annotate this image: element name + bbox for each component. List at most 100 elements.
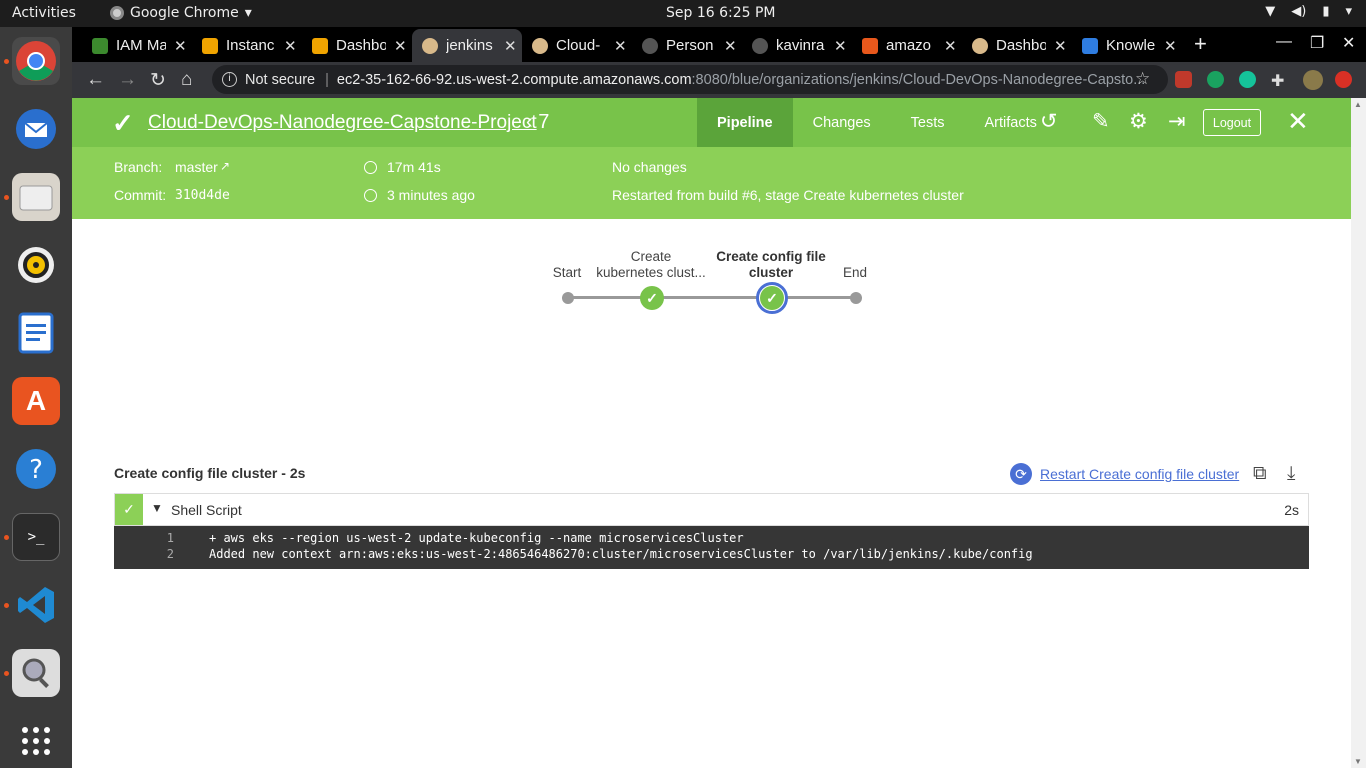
branch-value[interactable]: master bbox=[175, 159, 218, 175]
browser-tab[interactable]: Person ✕ bbox=[632, 29, 742, 62]
external-link-icon[interactable]: ↗ bbox=[220, 159, 230, 173]
close-icon[interactable]: ✕ bbox=[1287, 106, 1309, 137]
chrome-dock-icon[interactable] bbox=[12, 37, 60, 85]
run-tabs: Pipeline Changes Tests Artifacts bbox=[697, 98, 1057, 147]
minimize-icon[interactable]: — bbox=[1276, 33, 1292, 51]
tab-close-icon[interactable]: ✕ bbox=[834, 37, 847, 55]
stage-label-create-kubernetes[interactable]: Create kubernetes clust... bbox=[590, 249, 712, 281]
browser-tab[interactable]: Dashbo ✕ bbox=[302, 29, 412, 62]
puzzle-extensions-icon[interactable]: ✚ bbox=[1271, 71, 1288, 90]
tab-favicon-icon bbox=[752, 37, 768, 54]
app-menu[interactable]: Google Chrome ▾ bbox=[110, 5, 252, 21]
step-log: 1 + aws eks --region us-west-2 update-kub… bbox=[114, 526, 1309, 569]
home-icon[interactable]: ⌂ bbox=[181, 69, 192, 91]
screenshot-dock-icon[interactable] bbox=[12, 649, 60, 697]
show-apps-button[interactable] bbox=[12, 717, 60, 765]
log-line-number[interactable]: 1 bbox=[154, 531, 174, 545]
url-path: :8080/blue/organizations/jenkins/Cloud-D… bbox=[691, 71, 1146, 88]
stage-label-end: End bbox=[842, 265, 868, 280]
browser-tab-strip: IAM Ma ✕ Instanc ✕ Dashbo ✕ jenkins ✕ Cloud-… bbox=[72, 27, 1366, 62]
restart-stage-label[interactable]: Restart Create config file cluster bbox=[1040, 466, 1239, 482]
open-log-external-icon[interactable]: ⧉ bbox=[1253, 463, 1267, 485]
step-row[interactable]: ✓ ▼ Shell Script 2s bbox=[114, 493, 1309, 526]
writer-dock-icon[interactable] bbox=[12, 309, 60, 357]
browser-tab[interactable]: Knowle ✕ bbox=[1072, 29, 1182, 62]
page-scrollbar[interactable]: ▲ ▼ bbox=[1351, 98, 1366, 768]
tab-close-icon[interactable]: ✕ bbox=[614, 37, 627, 55]
branch-label: Branch: bbox=[114, 159, 163, 175]
tab-pipeline[interactable]: Pipeline bbox=[697, 98, 793, 147]
browser-tab[interactable]: Dashbo ✕ bbox=[962, 29, 1072, 62]
update-icon[interactable] bbox=[1335, 71, 1352, 88]
terminal-dock-icon[interactable]: >_ bbox=[12, 513, 60, 561]
tab-close-icon[interactable]: ✕ bbox=[1054, 37, 1067, 55]
window-close-icon[interactable]: ✕ bbox=[1342, 33, 1355, 53]
browser-tab-active[interactable]: jenkins ✕ bbox=[412, 29, 522, 62]
back-arrow-icon[interactable]: ← bbox=[86, 69, 105, 91]
check-icon: ✓ bbox=[760, 286, 784, 310]
stage-success-node[interactable]: ✓ bbox=[640, 286, 664, 310]
commit-value[interactable]: 310d4de bbox=[175, 188, 230, 203]
software-dock-icon[interactable]: A bbox=[12, 377, 60, 425]
start-node bbox=[562, 292, 574, 304]
browser-tab[interactable]: kavinra ✕ bbox=[742, 29, 852, 62]
extension-icon[interactable] bbox=[1207, 71, 1224, 88]
tab-close-icon[interactable]: ✕ bbox=[724, 37, 737, 55]
grammarly-icon[interactable] bbox=[1239, 71, 1256, 88]
system-tray[interactable]: ▼ ◀) ▮ ▾ bbox=[1265, 4, 1352, 19]
info-icon[interactable]: i bbox=[222, 72, 237, 87]
extension-icon[interactable] bbox=[1175, 71, 1192, 88]
app-name: Google Chrome bbox=[130, 5, 239, 21]
vscode-dock-icon[interactable] bbox=[12, 581, 60, 629]
help-dock-icon[interactable]: ? bbox=[12, 445, 60, 493]
tab-changes[interactable]: Changes bbox=[793, 98, 891, 147]
clock[interactable]: Sep 16 6:25 PM bbox=[666, 5, 776, 21]
volume-icon: ◀) bbox=[1291, 4, 1307, 19]
run-cause: Restarted from build #6, stage Create ku… bbox=[612, 187, 964, 203]
stage-label-create-config[interactable]: Create config file cluster bbox=[710, 249, 832, 281]
tab-close-icon[interactable]: ✕ bbox=[284, 37, 297, 55]
rerun-icon[interactable]: ↺ bbox=[1040, 109, 1058, 134]
log-line: 1 + aws eks --region us-west-2 update-kub… bbox=[114, 531, 1309, 547]
browser-tab[interactable]: amazo ✕ bbox=[852, 29, 962, 62]
browser-tab[interactable]: IAM Ma ✕ bbox=[82, 29, 192, 62]
activities-button[interactable]: Activities bbox=[12, 5, 76, 21]
tab-close-icon[interactable]: ✕ bbox=[1164, 37, 1177, 55]
classic-ui-exit-icon[interactable]: ⇥ bbox=[1168, 109, 1186, 134]
browser-tab[interactable]: Cloud- ✕ bbox=[522, 29, 632, 62]
profile-avatar[interactable] bbox=[1303, 70, 1323, 90]
chevron-down-icon[interactable]: ▼ bbox=[151, 501, 163, 515]
stage-selected-node[interactable]: ✓ bbox=[756, 282, 788, 314]
rhythmbox-dock-icon[interactable] bbox=[12, 241, 60, 289]
tab-tests[interactable]: Tests bbox=[891, 98, 965, 147]
pipeline-title-link[interactable]: Cloud-DevOps-Nanodegree-Capstone-Project bbox=[148, 112, 537, 134]
download-icon[interactable]: ⤓ bbox=[1287, 463, 1295, 485]
edit-pencil-icon[interactable]: ✎ bbox=[1092, 109, 1110, 134]
scroll-up-arrow-icon[interactable]: ▲ bbox=[1354, 100, 1362, 109]
settings-gear-icon[interactable]: ⚙ bbox=[1129, 109, 1148, 134]
new-tab-plus-icon[interactable]: + bbox=[1194, 31, 1207, 57]
forward-arrow-icon[interactable]: → bbox=[118, 69, 137, 91]
running-indicator bbox=[4, 59, 9, 64]
thunderbird-dock-icon[interactable] bbox=[12, 105, 60, 153]
address-bar[interactable]: i Not secure | ec2-35-162-66-92.us-west-… bbox=[212, 65, 1168, 94]
chevron-down-icon: ▾ bbox=[244, 5, 252, 21]
tab-close-icon[interactable]: ✕ bbox=[174, 37, 187, 55]
tab-close-icon[interactable]: ✕ bbox=[944, 37, 957, 55]
reload-icon[interactable]: ↻ bbox=[150, 69, 166, 92]
end-node bbox=[850, 292, 862, 304]
logout-button[interactable]: Logout bbox=[1203, 109, 1261, 136]
tab-close-icon[interactable]: ✕ bbox=[504, 37, 517, 55]
not-secure-label[interactable]: Not secure bbox=[245, 72, 315, 88]
log-line-number[interactable]: 2 bbox=[154, 547, 174, 561]
files-dock-icon[interactable] bbox=[12, 173, 60, 221]
run-header: ✓ Cloud-DevOps-Nanodegree-Capstone-Proje… bbox=[72, 98, 1351, 147]
time-ago: 3 minutes ago bbox=[387, 187, 475, 203]
restart-stage-link[interactable]: ⟳ Restart Create config file cluster bbox=[1010, 463, 1239, 485]
dock: A ? >_ bbox=[0, 27, 72, 768]
maximize-icon[interactable]: ❐ bbox=[1310, 33, 1324, 53]
tab-close-icon[interactable]: ✕ bbox=[394, 37, 407, 55]
scroll-down-arrow-icon[interactable]: ▼ bbox=[1354, 757, 1362, 766]
browser-tab[interactable]: Instanc ✕ bbox=[192, 29, 302, 62]
bookmark-star-icon[interactable]: ☆ bbox=[1135, 69, 1150, 89]
